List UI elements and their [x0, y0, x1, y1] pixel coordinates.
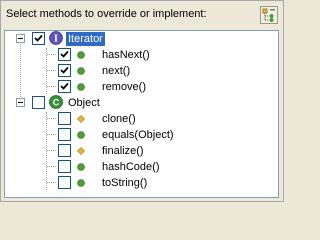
collapse-toggle[interactable] — [16, 34, 25, 43]
checkmark-icon — [60, 82, 69, 90]
method-checkbox[interactable] — [58, 112, 71, 125]
type-name-object: Object — [68, 97, 100, 109]
collapse-toggle[interactable] — [16, 98, 25, 107]
method-row[interactable]: finalize() — [5, 143, 278, 159]
method-label: equals(Object) — [102, 129, 174, 141]
method-row[interactable]: equals(Object) — [5, 127, 278, 143]
method-checkbox[interactable] — [58, 48, 71, 61]
svg-text:C: C — [53, 98, 60, 108]
method-checkbox[interactable] — [58, 160, 71, 173]
method-row[interactable]: clone() — [5, 111, 278, 127]
public-method-icon — [77, 163, 85, 171]
method-checkbox[interactable] — [58, 144, 71, 157]
method-label: toString() — [102, 177, 148, 189]
public-method-icon — [77, 179, 85, 187]
method-label: finalize() — [102, 145, 144, 157]
method-row[interactable]: hashCode() — [5, 159, 278, 175]
method-row[interactable]: remove() — [5, 79, 278, 95]
public-method-icon — [77, 67, 85, 75]
public-method-icon — [77, 131, 85, 139]
method-label: clone() — [102, 113, 136, 125]
method-checkbox[interactable] — [58, 80, 71, 93]
checkmark-icon — [60, 66, 69, 74]
toggle-tree-button[interactable] — [260, 6, 278, 24]
header-label: Select methods to override or implement: — [6, 8, 207, 20]
method-label: next() — [102, 65, 131, 77]
tree-row-object[interactable]: C Object — [5, 95, 278, 111]
method-checkbox[interactable] — [58, 128, 71, 141]
method-row[interactable]: next() — [5, 63, 278, 79]
checkmark-icon — [60, 50, 69, 58]
public-method-icon — [77, 51, 85, 59]
svg-text:I: I — [54, 34, 58, 45]
method-label: remove() — [102, 81, 147, 93]
override-methods-panel: Select methods to override or implement: — [0, 0, 284, 202]
protected-method-icon — [77, 147, 85, 155]
method-label: hasNext() — [102, 49, 150, 61]
protected-method-icon — [77, 115, 85, 123]
methods-tree[interactable]: I Iterator hasNext() next() remove() C O… — [4, 30, 279, 198]
interface-icon: I — [49, 31, 63, 45]
checkbox-object[interactable] — [32, 96, 45, 109]
checkbox-iterator[interactable] — [32, 32, 45, 45]
method-checkbox[interactable] — [58, 176, 71, 189]
class-icon: C — [49, 95, 63, 109]
checkmark-icon — [34, 34, 43, 42]
tree-row-iterator[interactable]: I Iterator — [5, 31, 278, 47]
type-name-iterator: Iterator — [66, 32, 105, 46]
method-row[interactable]: toString() — [5, 175, 278, 191]
method-label: hashCode() — [102, 161, 160, 173]
public-method-icon — [77, 83, 85, 91]
toggle-tree-icon — [262, 8, 275, 22]
method-checkbox[interactable] — [58, 64, 71, 77]
method-row[interactable]: hasNext() — [5, 47, 278, 63]
